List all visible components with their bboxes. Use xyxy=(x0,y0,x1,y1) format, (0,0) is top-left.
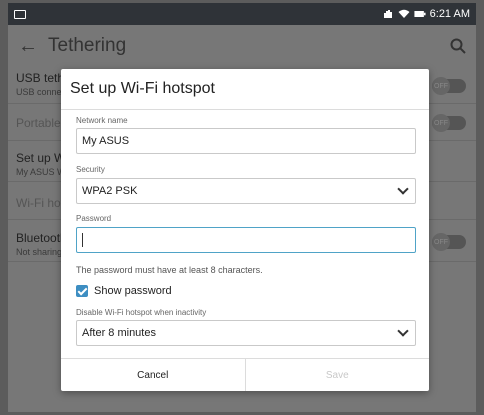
disable-hotspot-select[interactable]: After 8 minutes xyxy=(76,320,416,346)
dialog-divider xyxy=(61,109,429,110)
chevron-down-icon xyxy=(397,183,409,195)
battery-icon xyxy=(414,11,426,17)
portable-hotspot-toggle[interactable]: OFF xyxy=(432,114,466,132)
wifi-hotspot-dialog: Set up Wi-Fi hotspot Network name My ASU… xyxy=(61,69,429,391)
show-password-label: Show password xyxy=(94,285,172,297)
page-title: Tethering xyxy=(48,35,127,56)
usb-tethering-toggle[interactable]: OFF xyxy=(432,77,466,95)
network-name-input[interactable]: My ASUS xyxy=(76,128,416,154)
disable-hotspot-label: Disable Wi-Fi hotspot when inactivity xyxy=(76,308,207,317)
security-select[interactable]: WPA2 PSK xyxy=(76,178,416,204)
status-icons: 6:21 AM xyxy=(382,8,470,20)
network-name-value: My ASUS xyxy=(82,135,130,147)
security-value: WPA2 PSK xyxy=(82,185,138,197)
dialog-buttons: Cancel Save xyxy=(61,358,429,391)
app-bar: ← Tethering xyxy=(8,25,476,67)
hand-icon xyxy=(383,10,392,18)
save-button[interactable]: Save xyxy=(244,359,430,391)
wifi-icon xyxy=(398,9,410,18)
password-label: Password xyxy=(76,214,112,223)
search-icon[interactable] xyxy=(450,38,466,54)
security-label: Security xyxy=(76,165,105,174)
status-bar: 6:21 AM xyxy=(8,3,476,25)
chevron-down-icon xyxy=(397,325,409,337)
password-hint: The password must have at least 8 charac… xyxy=(76,265,263,275)
back-arrow-icon[interactable]: ← xyxy=(18,35,38,58)
bluetooth-tethering-toggle[interactable]: OFF xyxy=(432,233,466,251)
password-input[interactable] xyxy=(76,227,416,253)
text-cursor xyxy=(82,233,83,247)
disable-hotspot-value: After 8 minutes xyxy=(82,327,156,339)
dialog-title: Set up Wi-Fi hotspot xyxy=(70,80,215,97)
show-password-checkbox[interactable]: Show password xyxy=(76,285,172,297)
checkbox-checked-icon[interactable] xyxy=(76,285,88,297)
status-time: 6:21 AM xyxy=(429,8,470,20)
network-name-label: Network name xyxy=(76,116,128,125)
notification-icon xyxy=(14,9,26,19)
cancel-button[interactable]: Cancel xyxy=(61,359,245,391)
